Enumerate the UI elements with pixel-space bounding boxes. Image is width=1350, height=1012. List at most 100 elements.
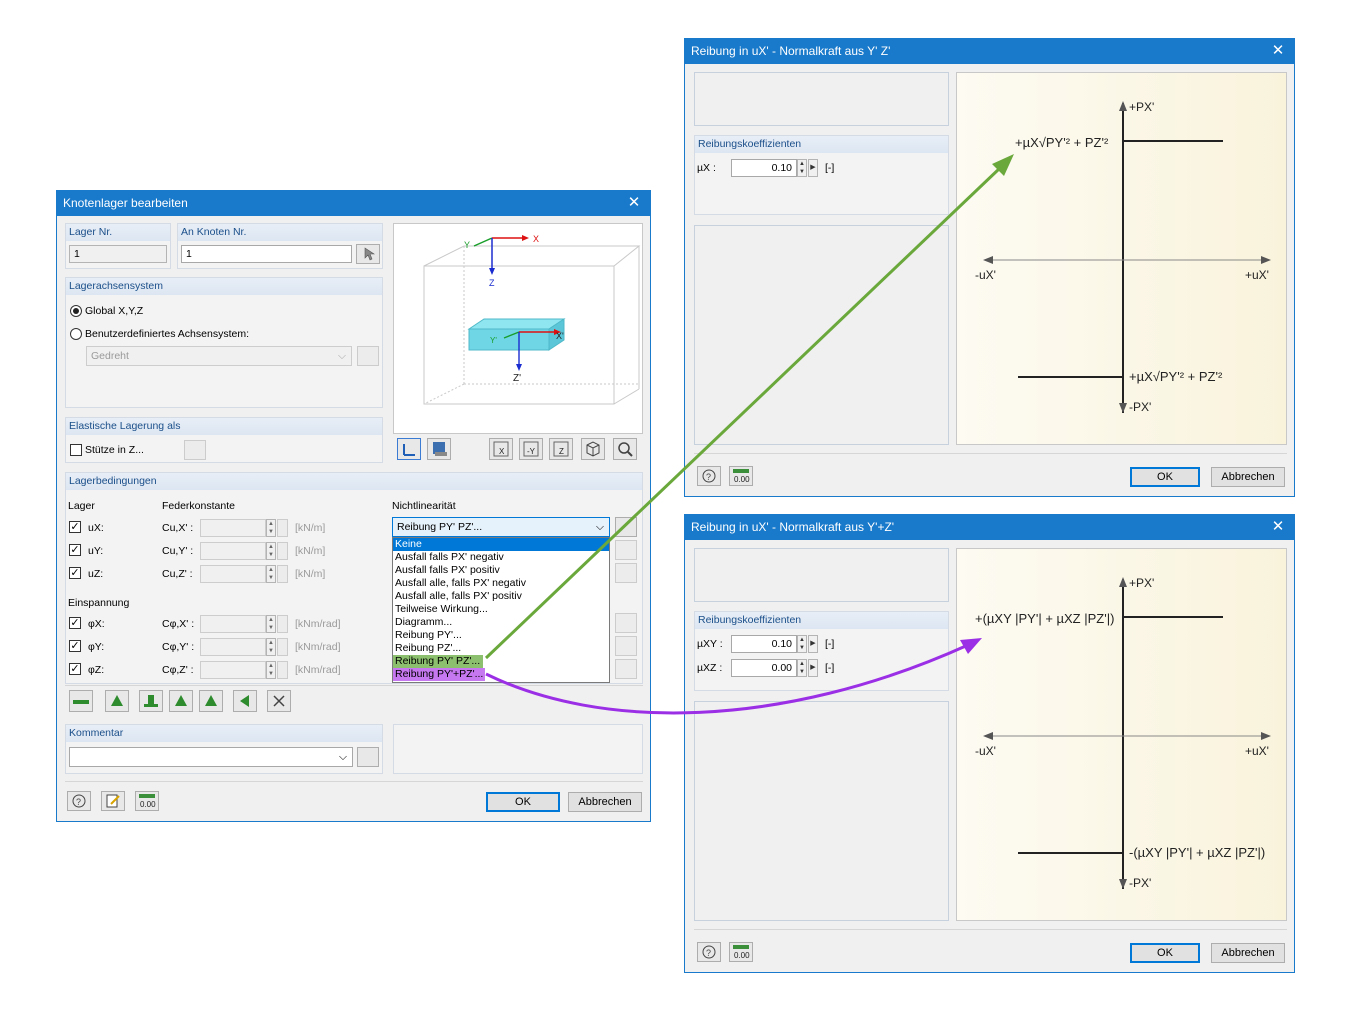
view-render-button[interactable] — [427, 438, 451, 460]
help-button[interactable]: ? — [67, 791, 91, 811]
nonlin-edit-button-4[interactable] — [615, 613, 637, 633]
dlg2-mu1-field[interactable]: 0.10 — [731, 635, 797, 653]
cuy-field[interactable] — [200, 542, 266, 560]
cuz-arrow-button[interactable] — [277, 565, 288, 583]
dropdown-item[interactable]: Ausfall alle, falls PX' positiv — [393, 590, 609, 603]
kommentar-field[interactable]: ⌵ — [69, 747, 353, 767]
nonlin-edit-button-2[interactable] — [615, 540, 637, 560]
view-minus-y-button[interactable]: -Y — [519, 438, 543, 460]
dropdown-item[interactable]: Reibung PZ'... — [393, 642, 609, 655]
support-type-6-button[interactable] — [233, 690, 257, 712]
dlg2-mu2-spin[interactable]: ▲ ▼ — [797, 659, 807, 677]
pick-node-button[interactable] — [356, 244, 380, 264]
radio-global-label: Global X,Y,Z — [85, 305, 144, 317]
dlg2-mu1-arrow[interactable]: ▶ — [808, 635, 818, 653]
phix-checkbox[interactable]: ✓ — [69, 617, 81, 629]
phiz-checkbox[interactable]: ✓ — [69, 663, 81, 675]
radio-global[interactable] — [70, 305, 82, 317]
uy-checkbox[interactable]: ✓ — [69, 544, 81, 556]
dlg2-units-button[interactable]: 0.00 — [729, 942, 753, 962]
close-icon[interactable]: ✕ — [624, 191, 644, 215]
cuz-field[interactable] — [200, 565, 266, 583]
cphiy-field[interactable] — [200, 638, 266, 656]
abbrechen-button[interactable]: Abbrechen — [568, 792, 642, 812]
close-icon[interactable]: ✕ — [1268, 515, 1288, 539]
cphix-spin[interactable]: ▲ ▼ — [266, 615, 276, 633]
dropdown-item[interactable]: Teilweise Wirkung... — [393, 603, 609, 616]
cux-spin[interactable]: ▲ ▼ — [266, 519, 276, 537]
dropdown-item[interactable]: Diagramm... — [393, 616, 609, 629]
lager-nr-field[interactable]: 1 — [69, 245, 167, 263]
dlg2-minus-ux: -uX' — [975, 744, 996, 758]
dlg2-plus-px: +PX' — [1129, 576, 1154, 590]
dropdown-item-reibung-py-plus-pz[interactable]: Reibung PY'+PZ'... — [393, 668, 485, 681]
dlg2-ok-button[interactable]: OK — [1130, 943, 1200, 963]
view-x-button[interactable]: X — [489, 438, 513, 460]
row-phiy: ✓ φY: Cφ,Y' : ▲ ▼ [kNm/rad] — [66, 636, 386, 658]
axis-y-label: Y — [464, 240, 470, 250]
stuetze-checkbox[interactable] — [70, 444, 82, 456]
cuz-spin[interactable]: ▲ ▼ — [266, 565, 276, 583]
dropdown-item[interactable]: Reibung PY'... — [393, 629, 609, 642]
ok-button[interactable]: OK — [486, 792, 560, 812]
cphix-field[interactable] — [200, 615, 266, 633]
units-icon: 0.00 — [733, 945, 750, 960]
support-type-4-button[interactable] — [169, 690, 193, 712]
dlg2-mu2-arrow[interactable]: ▶ — [808, 659, 818, 677]
ux-checkbox[interactable]: ✓ — [69, 521, 81, 533]
units-button[interactable]: 0.00 — [135, 791, 159, 811]
nonlin-edit-button-5[interactable] — [615, 636, 637, 656]
nonlin-select[interactable]: Reibung PY' PZ'... ⌵ — [392, 517, 610, 537]
dlg1-ok-button[interactable]: OK — [1130, 467, 1200, 487]
dropdown-item[interactable]: Ausfall alle, falls PX' negativ — [393, 577, 609, 590]
dropdown-item-reibung-py-pz[interactable]: Reibung PY' PZ'... — [393, 655, 483, 668]
dlg1-units-button[interactable]: 0.00 — [729, 466, 753, 486]
dropdown-item[interactable]: Keine — [393, 538, 609, 551]
cuy-arrow-button[interactable] — [277, 542, 288, 560]
dlg2-mu1-spin[interactable]: ▲ ▼ — [797, 635, 807, 653]
close-icon[interactable]: ✕ — [1268, 39, 1288, 63]
cphiy-spin[interactable]: ▲ ▼ — [266, 638, 276, 656]
view-zoom-button[interactable] — [613, 438, 637, 460]
dlg2-mu2-field[interactable]: 0.00 — [731, 659, 797, 677]
kommentar-button[interactable] — [357, 747, 379, 767]
dlg2-abbrechen-button[interactable]: Abbrechen — [1211, 943, 1285, 963]
view-axis-button[interactable] — [397, 438, 421, 460]
an-knoten-field[interactable]: 1 — [181, 245, 352, 263]
support-type-3-button[interactable] — [139, 690, 163, 712]
gedreht-select[interactable]: Gedreht ⌵ — [86, 346, 352, 366]
cphiy-arrow-button[interactable] — [277, 638, 288, 656]
dropdown-item[interactable]: Ausfall falls PX' positiv — [393, 564, 609, 577]
cux-field[interactable] — [200, 519, 266, 537]
dlg1-top-panel — [694, 72, 949, 126]
view-z-button[interactable]: Z — [549, 438, 573, 460]
stuetze-edit-button[interactable] — [184, 440, 206, 460]
nonlin-edit-button-1[interactable] — [615, 517, 637, 537]
nonlin-edit-button-6[interactable] — [615, 659, 637, 679]
nonlin-edit-button-3[interactable] — [615, 563, 637, 583]
view-iso-button[interactable] — [581, 438, 605, 460]
dlg1-abbrechen-button[interactable]: Abbrechen — [1211, 467, 1285, 487]
radio-user[interactable] — [70, 328, 82, 340]
cphiz-spin[interactable]: ▲ ▼ — [266, 661, 276, 679]
cphix-arrow-button[interactable] — [277, 615, 288, 633]
dlg2-help-button[interactable]: ? — [697, 942, 721, 962]
dropdown-item[interactable]: Ausfall falls PX' negativ — [393, 551, 609, 564]
dlg1-mu-field[interactable]: 0.10 — [731, 159, 797, 177]
cphiz-field[interactable] — [200, 661, 266, 679]
cuy-spin[interactable]: ▲ ▼ — [266, 542, 276, 560]
support-type-2-button[interactable] — [105, 690, 129, 712]
support-type-5-button[interactable] — [199, 690, 223, 712]
dlg1-mu-arrow[interactable]: ▶ — [808, 159, 818, 177]
dlg1-diagram-svg: +PX' -PX' -uX' +uX' +µX√PY'² + PZ'² +µX√… — [975, 100, 1271, 414]
phiy-checkbox[interactable]: ✓ — [69, 640, 81, 652]
cphiz-arrow-button[interactable] — [277, 661, 288, 679]
support-type-7-button[interactable] — [267, 690, 291, 712]
axis-edit-button[interactable] — [357, 346, 379, 366]
uz-checkbox[interactable]: ✓ — [69, 567, 81, 579]
edit-button[interactable] — [101, 791, 125, 811]
cux-arrow-button[interactable] — [277, 519, 288, 537]
dlg1-help-button[interactable]: ? — [697, 466, 721, 486]
support-type-1-button[interactable] — [69, 690, 93, 712]
dlg1-mu-spin[interactable]: ▲ ▼ — [797, 159, 807, 177]
